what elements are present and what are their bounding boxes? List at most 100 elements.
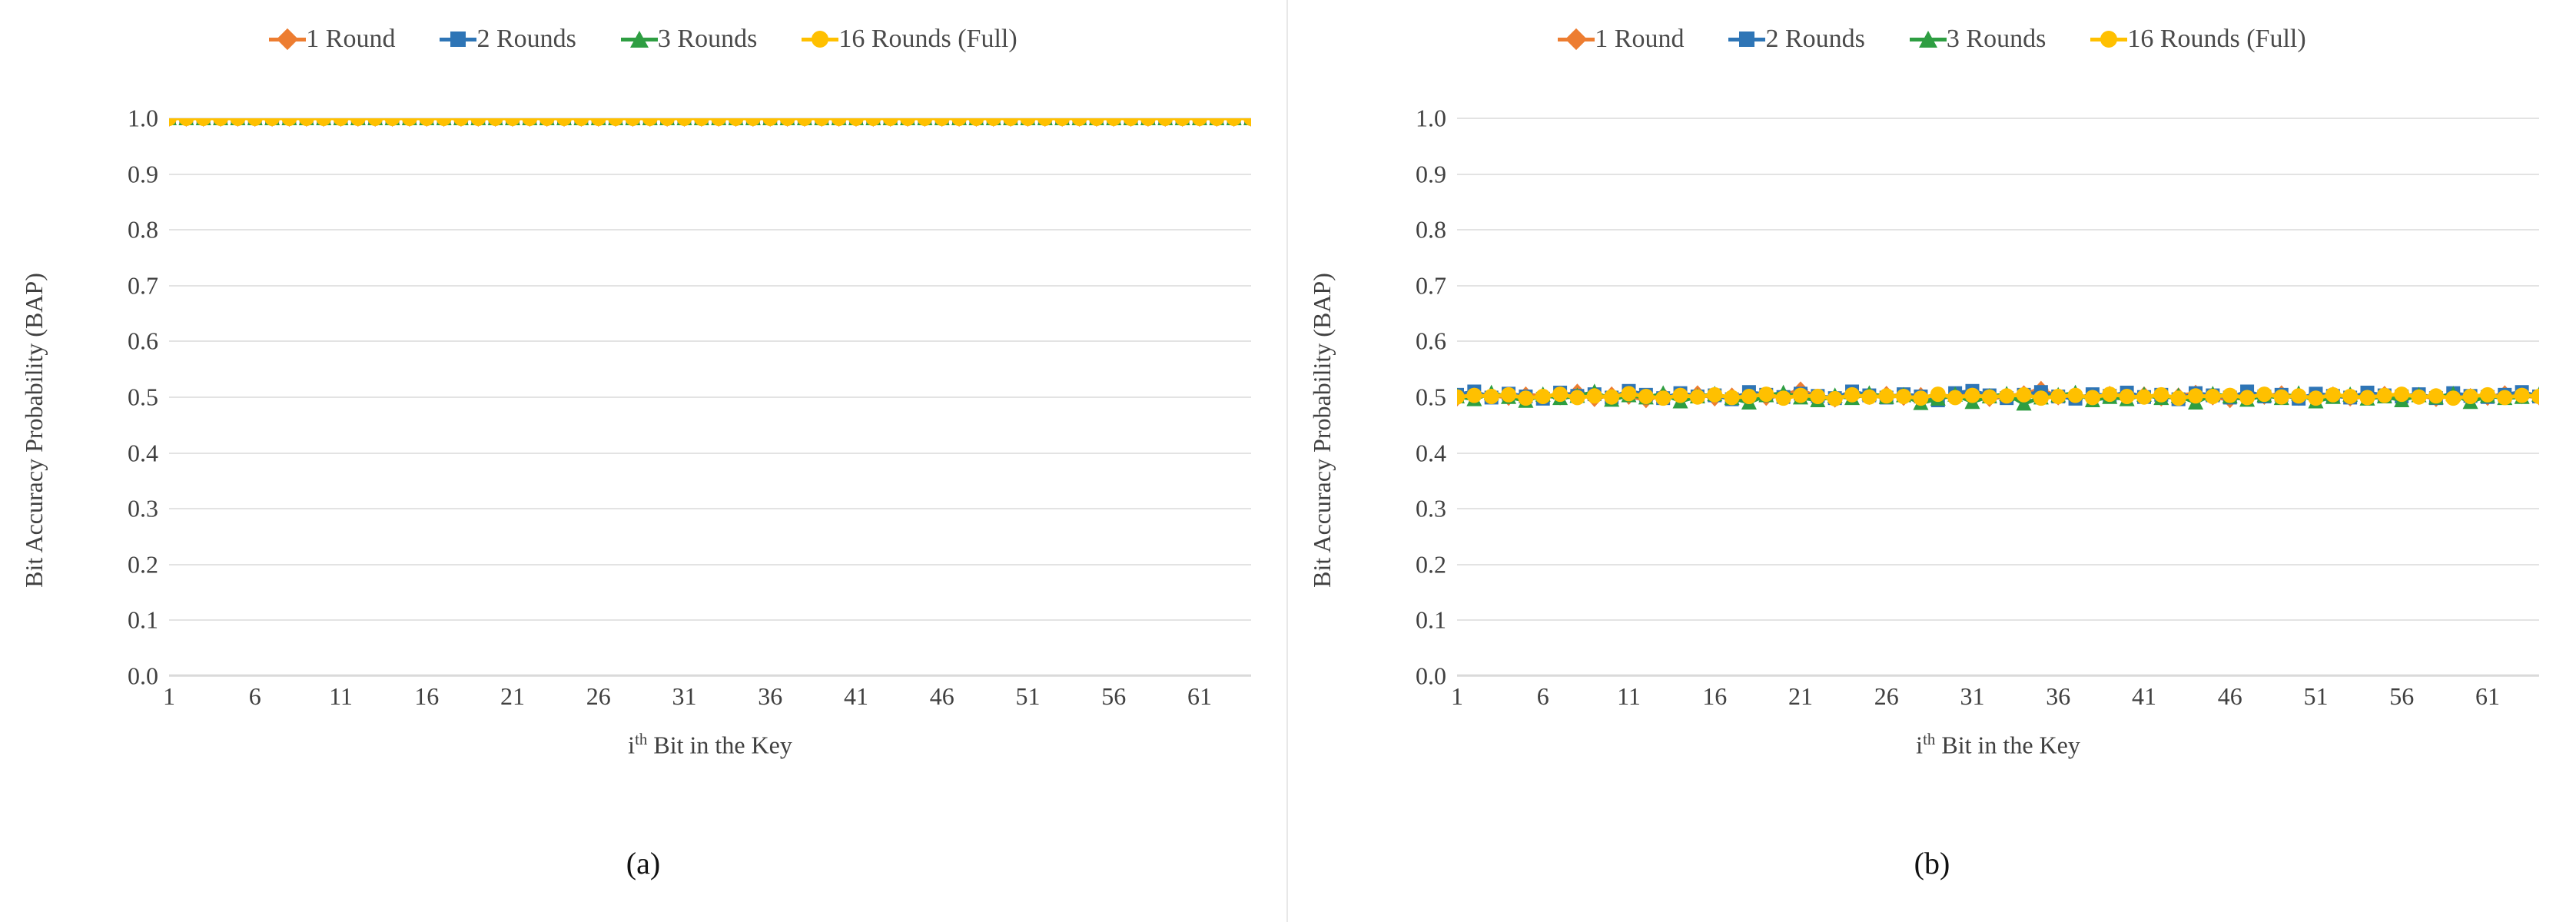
y-axis-tick-label: 1.0: [1416, 104, 1446, 132]
data-point-circle: [2497, 390, 2513, 406]
legend-panel-b: 1 Round 2 Rounds 3 Rounds 16 Rounds (Full): [1288, 26, 2576, 52]
y-axis-tick-label: 0.3: [128, 494, 158, 522]
legend-item[interactable]: 16 Rounds (Full): [2090, 25, 2306, 53]
x-axis-tick-label: 11: [1617, 682, 1641, 710]
data-point-circle: [1569, 390, 1585, 406]
panel-a: 1 Round 2 Rounds 3 Rounds 16 Rounds (Full) …: [0, 0, 1288, 922]
data-point-circle: [2479, 386, 2495, 403]
x-axis-tick-label: 36: [758, 682, 783, 710]
legend-item[interactable]: 2 Rounds: [440, 26, 576, 52]
figure-container: 1 Round 2 Rounds 3 Rounds 16 Rounds (Full) …: [0, 0, 2576, 922]
plot-wrapper-a: Bit Accuracy Probability (BAP) 0.0 0.1 0.2…: [0, 85, 1288, 776]
legend-item[interactable]: 3 Rounds: [620, 25, 758, 53]
legend-item-label: 16 Rounds (Full): [2127, 25, 2306, 53]
data-point-circle: [2102, 386, 2118, 403]
x-axis-tick-label: 16: [1702, 682, 1728, 710]
panel-caption-b: (b): [1914, 846, 1950, 881]
data-point-circle: [2153, 386, 2169, 403]
legend-item[interactable]: 2 Rounds: [1728, 26, 1865, 52]
plot-area-b: [1457, 118, 2539, 677]
data-point-circle: [1604, 389, 1620, 405]
series-layer-a: [169, 118, 1251, 127]
legend-marker: [2090, 29, 2128, 49]
legend-item-label: 2 Rounds: [476, 25, 576, 53]
y-axis-ticks-a: 0.0 0.1 0.2 0.3 0.4 0.5 0.6 0.7 0.8 0.9 1.0: [77, 104, 169, 690]
x-axis-tick-label: 31: [1960, 682, 1985, 710]
legend-circle-icon: [2100, 31, 2118, 48]
legend-item[interactable]: 1 Round: [269, 26, 395, 52]
data-point-circle: [1535, 389, 1551, 404]
data-point-circle: [2084, 390, 2100, 406]
y-axis-tick-label: 0.4: [128, 439, 158, 467]
data-point-circle: [1810, 389, 1826, 404]
legend-diamond-icon: [277, 28, 299, 51]
data-point-circle: [1896, 389, 1912, 404]
y-axis-tick-label: 0.6: [1416, 327, 1446, 355]
y-axis-tick-label: 0.0: [128, 662, 158, 690]
legend-item[interactable]: 3 Rounds: [1909, 25, 2047, 53]
data-point-circle: [2273, 389, 2289, 405]
legend-square-icon: [450, 32, 466, 47]
data-point-circle: [1672, 387, 1688, 403]
data-point-circle: [2119, 389, 2135, 404]
data-point-circle: [2033, 390, 2049, 406]
data-point-circle: [1638, 389, 1654, 404]
data-point-circle: [2067, 387, 2083, 403]
y-axis-tick-label: 0.8: [128, 215, 158, 244]
y-axis-tick-label: 0.8: [1416, 215, 1446, 244]
x-axis-title-text: ith Bit in the Key: [1916, 730, 2080, 759]
x-axis-tick-label: 21: [1788, 682, 1813, 710]
data-point-circle: [2445, 390, 2461, 406]
legend-item[interactable]: 1 Round: [1558, 26, 1684, 52]
y-axis-tick-label: 0.5: [128, 383, 158, 411]
x-axis-tick-label: 26: [586, 682, 611, 710]
data-point-circle: [1913, 390, 1929, 406]
x-axis-tick-label: 56: [2389, 682, 2415, 710]
data-point-circle: [1999, 388, 2015, 404]
data-point-circle: [1964, 387, 1980, 403]
series-layer-b: [1457, 380, 2539, 411]
x-axis-tick-label: 31: [672, 682, 697, 710]
data-point-circle: [2239, 390, 2256, 406]
legend-item-label: 1 Round: [306, 25, 396, 53]
data-point-circle: [2376, 387, 2392, 403]
legend-marker: [1909, 29, 1947, 49]
data-point-circle: [2291, 388, 2307, 404]
data-point-circle: [1501, 386, 1517, 403]
data-point-circle: [2325, 386, 2341, 403]
y-axis-tick-label: 0.2: [128, 550, 158, 579]
x-axis-tick-label: 51: [2303, 682, 2329, 710]
data-point-circle: [1621, 386, 1637, 402]
x-axis-tick-label: 56: [1101, 682, 1127, 710]
x-axis-tick-label: 61: [1187, 682, 1212, 710]
data-point-circle: [2411, 389, 2427, 405]
data-point-circle: [2016, 386, 2032, 403]
gridline: [1457, 675, 2539, 677]
x-axis-tick-label: 1: [163, 682, 175, 710]
x-axis-title-text: ith Bit in the Key: [628, 730, 792, 759]
legend-marker: [440, 29, 477, 49]
y-axis-tick-label: 0.9: [128, 160, 158, 188]
x-axis-tick-label: 41: [2131, 682, 2156, 710]
y-axis-title-b: Bit Accuracy Probability (BAP): [1307, 273, 1336, 588]
data-point-circle: [2514, 387, 2530, 403]
x-axis-tick-label: 26: [1874, 682, 1899, 710]
legend-square-icon: [1739, 32, 1755, 47]
panel-b: 1 Round 2 Rounds 3 Rounds 16 Rounds (Full) …: [1288, 0, 2576, 922]
data-point-circle: [1707, 386, 1723, 403]
y-axis-tick-label: 0.6: [128, 327, 158, 355]
y-axis-tick-label: 0.3: [1416, 494, 1446, 522]
y-axis-tick-label: 0.7: [128, 271, 158, 300]
data-point-circle: [2428, 388, 2444, 404]
data-point-circle: [1758, 386, 1774, 403]
legend-item-label: 3 Rounds: [1946, 25, 2047, 53]
y-axis-tick-label: 0.4: [1416, 439, 1446, 467]
legend-marker: [802, 29, 839, 49]
data-point-circle: [2222, 387, 2238, 403]
y-axis-tick-label: 0.1: [128, 605, 158, 634]
legend-item[interactable]: 16 Rounds (Full): [802, 26, 1017, 52]
data-point-circle: [2342, 389, 2359, 404]
x-axis-tick-label: 1: [1451, 682, 1463, 710]
x-axis-ticks-a: 1 6 11 16 21 26 31 36 41 46 51 56 61: [163, 682, 1251, 716]
legend-item-label: 3 Rounds: [657, 25, 758, 53]
